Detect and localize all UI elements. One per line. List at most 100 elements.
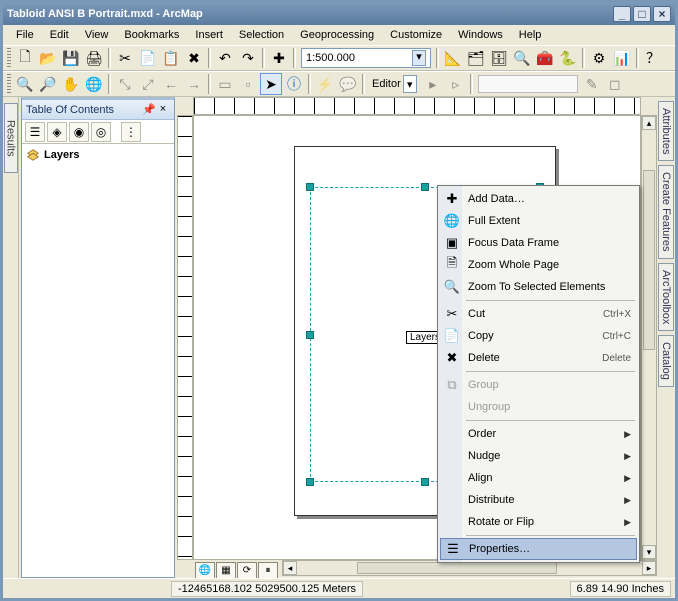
ctx-add-data[interactable]: ✚Add Data…	[440, 188, 637, 210]
redo-button[interactable]: ↷	[237, 47, 259, 69]
add-data-button[interactable]: ✚	[268, 47, 290, 69]
fixed-zoom-in-button[interactable]: ⤡	[114, 73, 136, 95]
ctx-nudge[interactable]: Nudge▶	[440, 445, 637, 467]
ctx-zoom-whole-page[interactable]: 🗎Zoom Whole Page	[440, 254, 637, 276]
new-button[interactable]: 🗋	[14, 47, 36, 69]
menu-bookmarks[interactable]: Bookmarks	[117, 27, 186, 43]
scroll-up-button[interactable]: ▴	[642, 116, 656, 130]
catalog-button[interactable]: 🗄	[488, 47, 510, 69]
minimize-button[interactable]: _	[613, 6, 631, 22]
menu-windows[interactable]: Windows	[451, 27, 510, 43]
attributes-tab[interactable]: Attributes	[658, 101, 674, 161]
list-by-source-button[interactable]: ◈	[47, 122, 67, 142]
forward-extent-button[interactable]: →	[183, 73, 205, 95]
undo-button[interactable]: ↶	[214, 47, 236, 69]
python-button[interactable]: 🐍	[557, 47, 579, 69]
resize-handle-n[interactable]	[421, 183, 429, 191]
layout-view-tab[interactable]: ▦	[216, 562, 236, 578]
ctx-delete[interactable]: ✖DeleteDelete	[440, 347, 637, 369]
search-button[interactable]: 🔍	[511, 47, 533, 69]
editor-dropdown[interactable]: Editor ▾	[368, 75, 421, 93]
toc-pin-icon[interactable]: 📌	[142, 103, 156, 117]
menu-file[interactable]: File	[9, 27, 41, 43]
menu-customize[interactable]: Customize	[383, 27, 449, 43]
hscroll-thumb[interactable]	[357, 562, 557, 574]
identify-button[interactable]: ⓘ	[283, 73, 305, 95]
toc-button[interactable]: 🗂	[465, 47, 487, 69]
save-button[interactable]: 💾	[60, 47, 82, 69]
scroll-right-button[interactable]: ▸	[642, 561, 656, 575]
editor-toolbar-button[interactable]: 📐	[442, 47, 464, 69]
ctx-align[interactable]: Align▶	[440, 467, 637, 489]
options-button[interactable]: ⋮	[121, 122, 141, 142]
menu-help[interactable]: Help	[512, 27, 549, 43]
arctoolbox-button[interactable]: 🧰	[534, 47, 556, 69]
catalog-tab[interactable]: Catalog	[658, 335, 674, 387]
cut-button[interactable]: ✂	[114, 47, 136, 69]
print-button[interactable]: 🖨	[83, 47, 105, 69]
vscroll-thumb[interactable]	[643, 170, 655, 350]
menu-geoprocessing[interactable]: Geoprocessing	[293, 27, 381, 43]
create-features-tab[interactable]: Create Features	[658, 165, 674, 258]
refresh-button[interactable]: ⟳	[237, 562, 257, 578]
resize-handle-w[interactable]	[306, 331, 314, 339]
sketch2-button[interactable]: ◻	[604, 73, 626, 95]
menu-edit[interactable]: Edit	[43, 27, 76, 43]
resize-handle-s[interactable]	[421, 478, 429, 486]
menu-selection[interactable]: Selection	[232, 27, 291, 43]
ctx-zoom-selected[interactable]: 🔍Zoom To Selected Elements	[440, 276, 637, 298]
select-features-button[interactable]: ▭	[214, 73, 236, 95]
scale-combo[interactable]: 1:500.000▾	[301, 48, 431, 68]
resize-handle-sw[interactable]	[306, 478, 314, 486]
ctx-focus-data-frame[interactable]: ▣Focus Data Frame	[440, 232, 637, 254]
data-view-tab[interactable]: 🌐	[195, 562, 215, 578]
list-by-visibility-button[interactable]: ◉	[69, 122, 89, 142]
paste-button[interactable]: 📋	[160, 47, 182, 69]
layers-root[interactable]: Layers	[26, 148, 170, 162]
resize-handle-nw[interactable]	[306, 183, 314, 191]
vertical-ruler[interactable]	[177, 115, 193, 560]
scale-dropdown-icon[interactable]: ▾	[412, 50, 426, 66]
ctx-cut[interactable]: ✂CutCtrl+X	[440, 303, 637, 325]
vertical-scrollbar[interactable]: ▴ ▾	[641, 115, 657, 560]
full-extent-button[interactable]: 🌐	[83, 73, 105, 95]
ctx-properties[interactable]: ☰Properties…	[440, 538, 637, 560]
scroll-left-button[interactable]: ◂	[283, 561, 297, 575]
list-by-drawing-order-button[interactable]: ☰	[25, 122, 45, 142]
grip-icon[interactable]	[7, 74, 11, 94]
ctx-distribute[interactable]: Distribute▶	[440, 489, 637, 511]
results-tab[interactable]: Results	[4, 103, 18, 173]
pause-button[interactable]: ⏸	[258, 562, 278, 578]
menu-insert[interactable]: Insert	[188, 27, 230, 43]
toc-tree[interactable]: Layers	[22, 144, 174, 577]
edit-tool-button[interactable]: ▸	[422, 73, 444, 95]
results-button[interactable]: 📊	[611, 47, 633, 69]
arctoolbox-tab[interactable]: ArcToolbox	[658, 263, 674, 331]
task-combo[interactable]	[478, 75, 578, 93]
zoom-in-button[interactable]: 🔍	[14, 73, 36, 95]
hyperlink-button[interactable]: ⚡	[314, 73, 336, 95]
close-button[interactable]: ×	[653, 6, 671, 22]
ctx-rotate-flip[interactable]: Rotate or Flip▶	[440, 511, 637, 533]
grip-icon[interactable]	[7, 48, 11, 68]
horizontal-ruler[interactable]	[193, 97, 641, 115]
open-button[interactable]: 📂	[37, 47, 59, 69]
editor-dropdown-icon[interactable]: ▾	[403, 75, 417, 93]
pan-button[interactable]: ✋	[60, 73, 82, 95]
ctx-copy[interactable]: 📄CopyCtrl+C	[440, 325, 637, 347]
select-elements-button[interactable]: ➤	[260, 73, 282, 95]
sketch-button[interactable]: ✎	[581, 73, 603, 95]
copy-button[interactable]: 📄	[137, 47, 159, 69]
back-extent-button[interactable]: ←	[160, 73, 182, 95]
menu-view[interactable]: View	[78, 27, 116, 43]
delete-button[interactable]: ✖	[183, 47, 205, 69]
toc-close-button[interactable]: ×	[156, 103, 170, 117]
toc-header[interactable]: Table Of Contents📌×	[22, 100, 174, 120]
scroll-down-button[interactable]: ▾	[642, 545, 656, 559]
list-by-selection-button[interactable]: ◎	[91, 122, 111, 142]
html-popup-button[interactable]: 💬	[337, 73, 359, 95]
maximize-button[interactable]: □	[633, 6, 651, 22]
zoom-out-button[interactable]: 🔎	[37, 73, 59, 95]
help-button[interactable]: ？	[642, 47, 664, 69]
ctx-order[interactable]: Order▶	[440, 423, 637, 445]
